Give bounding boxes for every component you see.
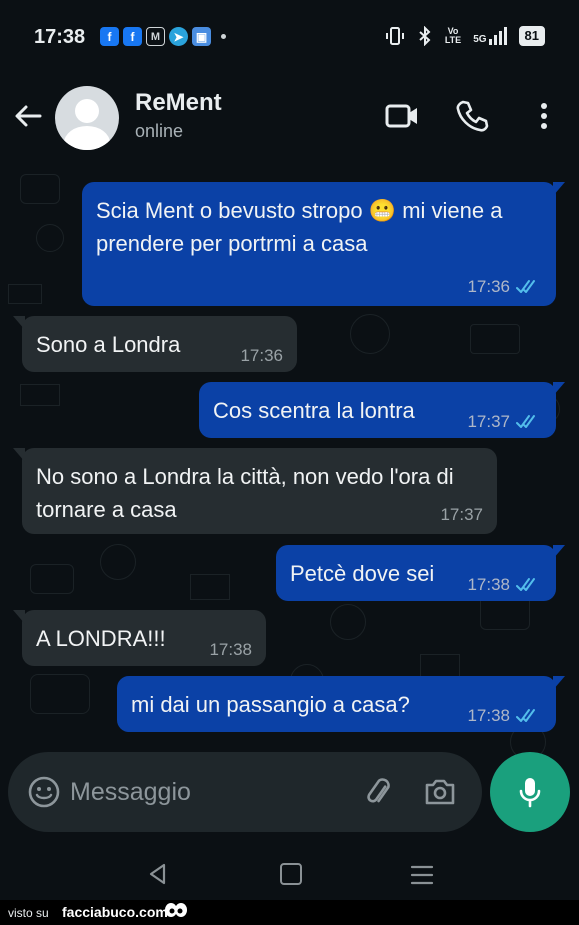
facciabuco-logo-icon: [165, 903, 187, 917]
message-input[interactable]: [70, 770, 340, 814]
wallpaper-doodle: [20, 174, 60, 204]
wallpaper-doodle: [190, 574, 230, 600]
outgoing-message[interactable]: Cos scentra la lontra 17:37: [199, 382, 565, 438]
emoji-icon[interactable]: [26, 774, 62, 810]
more-options-icon[interactable]: [526, 98, 562, 134]
avatar[interactable]: [55, 86, 119, 150]
battery-indicator: 81: [518, 26, 545, 46]
watermark-footer: visto su facciabuco.com: [0, 900, 579, 925]
message-meta: 17:37: [440, 505, 483, 525]
wallpaper-doodle: [36, 224, 64, 252]
footer-site: facciabuco.com: [62, 904, 168, 920]
microphone-icon: [519, 778, 541, 808]
wallpaper-doodle: [30, 564, 74, 594]
system-nav-bar: [0, 844, 579, 900]
facebook-icon: f: [123, 27, 142, 46]
wallpaper-doodle: [20, 384, 60, 406]
message-meta: 17:38: [467, 575, 542, 595]
voice-message-button[interactable]: [490, 752, 570, 832]
chat-area[interactable]: Scia Ment o bevusto stropo 😬 mi viene a …: [0, 164, 579, 844]
status-indicators: Vo LTE 5G 81: [385, 26, 545, 46]
message-meta: 17:36: [240, 346, 283, 366]
vibrate-icon: [385, 27, 404, 45]
message-meta: 17:37: [467, 412, 542, 432]
message-time: 17:36: [467, 277, 510, 296]
volte-indicator: Vo LTE: [444, 26, 462, 45]
notification-icons: f f M ➤ ▣: [100, 27, 226, 46]
signal-indicator: 5G: [473, 27, 507, 45]
message-text: No sono a Londra la città, non vedo l'or…: [36, 464, 454, 522]
bluetooth-icon: [419, 26, 431, 46]
paperclip-icon[interactable]: [360, 774, 396, 810]
read-ticks-icon: [516, 578, 535, 591]
message-time: 17:38: [467, 706, 510, 725]
wallpaper-doodle: [330, 604, 366, 640]
wallpaper-doodle: [8, 284, 42, 304]
contact-status: online: [135, 121, 184, 141]
message-text: Scia Ment o bevusto stropo 😬 mi viene a …: [96, 198, 503, 256]
phone-call-icon[interactable]: [454, 98, 490, 134]
nav-home-icon[interactable]: [280, 863, 302, 885]
message-time: 17:37: [467, 412, 510, 431]
wallpaper-doodle: [350, 314, 390, 354]
contact-name[interactable]: ReMent: [135, 89, 222, 117]
camera-icon[interactable]: [422, 774, 458, 810]
outgoing-message[interactable]: Petcè dove sei 17:38: [276, 545, 565, 601]
status-bar: 17:38 f f M ➤ ▣ Vo LTE 5G 81: [0, 0, 579, 76]
back-arrow-icon[interactable]: [12, 100, 44, 132]
incoming-message[interactable]: A LONDRA!!! 17:38: [13, 610, 266, 666]
read-ticks-icon: [516, 280, 535, 293]
wallpaper-doodle: [100, 544, 136, 580]
nav-back-icon[interactable]: [146, 862, 170, 886]
outgoing-message[interactable]: Scia Ment o bevusto stropo 😬 mi viene a …: [82, 182, 565, 306]
photos-icon: ▣: [192, 27, 211, 46]
message-composer: [8, 752, 482, 832]
message-meta: 17:36: [467, 277, 542, 297]
message-time: 17:38: [467, 575, 510, 594]
message-time: 17:38: [209, 640, 252, 659]
read-ticks-icon: [516, 415, 535, 428]
more-notifications-dot: [221, 34, 226, 39]
incoming-message[interactable]: Sono a Londra 17:36: [13, 316, 297, 372]
wallpaper-doodle: [30, 674, 90, 714]
message-meta: 17:38: [467, 706, 542, 726]
status-time: 17:38: [34, 26, 86, 48]
signal-bars-icon: [488, 27, 507, 45]
message-meta: 17:38: [209, 640, 252, 660]
telegram-icon: ➤: [169, 27, 188, 46]
facebook-icon: f: [100, 27, 119, 46]
message-time: 17:37: [440, 505, 483, 524]
nav-recents-icon[interactable]: [410, 864, 434, 886]
incoming-message[interactable]: No sono a Londra la città, non vedo l'or…: [13, 448, 497, 534]
footer-visto: visto su: [8, 906, 49, 920]
video-call-icon[interactable]: [384, 98, 420, 134]
outgoing-message[interactable]: mi dai un passangio a casa? 17:38: [117, 676, 565, 732]
read-ticks-icon: [516, 709, 535, 722]
chat-header: ReMent online: [0, 76, 579, 164]
gmail-icon: M: [146, 27, 165, 46]
message-time: 17:36: [240, 346, 283, 365]
wallpaper-doodle: [470, 324, 520, 354]
